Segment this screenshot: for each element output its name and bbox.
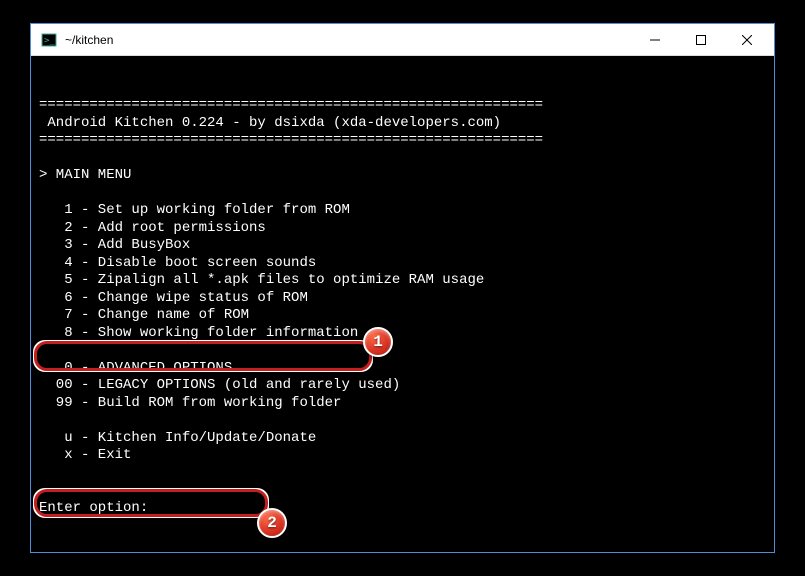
- menu-option-0: 0 - ADVANCED OPTIONS: [39, 360, 232, 376]
- close-button[interactable]: [724, 25, 770, 55]
- menu-option-5: 5 - Zipalign all *.apk files to optimize…: [39, 272, 484, 288]
- terminal-content[interactable]: ========================================…: [31, 56, 774, 552]
- menu-option-00: 00 - LEGACY OPTIONS (old and rarely used…: [39, 377, 400, 393]
- menu-option-2: 2 - Add root permissions: [39, 220, 266, 236]
- svg-text:>_: >_: [44, 36, 55, 46]
- menu-option-3: 3 - Add BusyBox: [39, 237, 190, 253]
- main-menu-label: > MAIN MENU: [39, 167, 131, 183]
- menu-option-7: 7 - Change name of ROM: [39, 307, 249, 323]
- enter-option-prompt: Enter option:: [39, 500, 148, 516]
- window-title: ~/kitchen: [65, 33, 632, 47]
- header-line: Android Kitchen 0.224 - by dsixda (xda-d…: [39, 115, 501, 131]
- separator-line: ========================================…: [39, 132, 543, 148]
- menu-option-u: u - Kitchen Info/Update/Donate: [39, 430, 316, 446]
- maximize-button[interactable]: [678, 25, 724, 55]
- annotation-badge-2: 2: [257, 508, 287, 538]
- titlebar: >_ ~/kitchen: [31, 24, 774, 56]
- minimize-button[interactable]: [632, 25, 678, 55]
- app-icon: >_: [41, 32, 57, 48]
- menu-option-4: 4 - Disable boot screen sounds: [39, 255, 316, 271]
- terminal-window: >_ ~/kitchen ===========================…: [30, 23, 775, 553]
- menu-option-99: 99 - Build ROM from working folder: [39, 395, 341, 411]
- menu-option-1: 1 - Set up working folder from ROM: [39, 202, 350, 218]
- separator-line: ========================================…: [39, 97, 543, 113]
- annotation-badge-1: 1: [363, 327, 393, 357]
- menu-option-x: x - Exit: [39, 447, 131, 463]
- menu-option-8: 8 - Show working folder information: [39, 325, 358, 341]
- menu-option-6: 6 - Change wipe status of ROM: [39, 290, 308, 306]
